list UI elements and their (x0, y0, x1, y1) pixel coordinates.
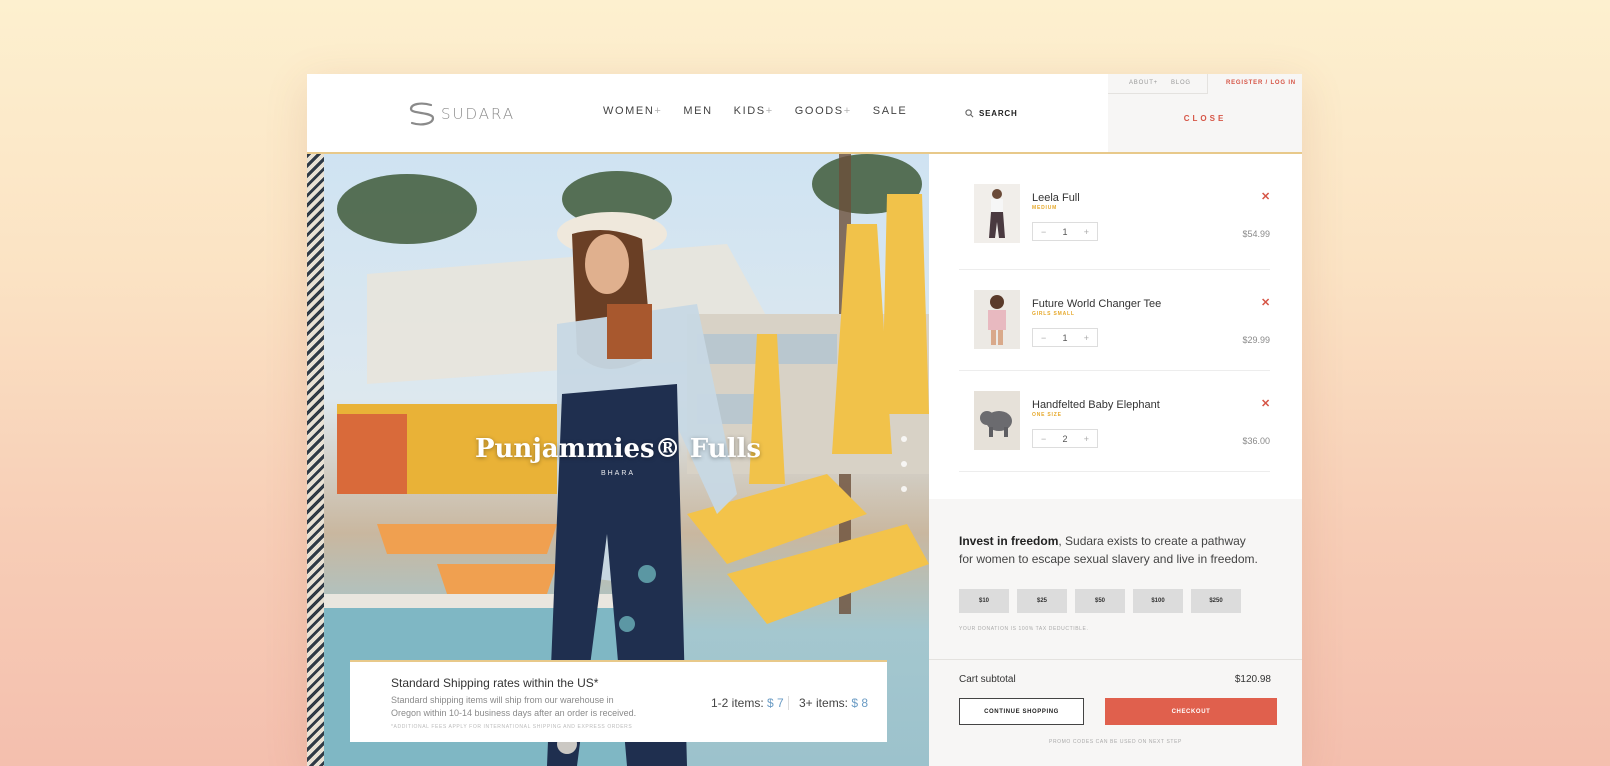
cart-item: Leela Full MEDIUM − 1 + ✕ $54.99 (959, 184, 1270, 270)
decrease-quantity-button[interactable]: − (1041, 227, 1046, 237)
hero-image: Punjammies® Fulls BHARA Standard Shippin… (307, 154, 929, 766)
product-size: MEDIUM (1032, 205, 1058, 211)
quantity-value[interactable]: 2 (1062, 434, 1067, 444)
expand-plus-icon: + (765, 105, 774, 117)
donate-250-button[interactable]: $250 (1191, 589, 1241, 613)
product-photo (974, 184, 1020, 243)
quantity-stepper: − 2 + (1032, 429, 1098, 448)
register-login-link[interactable]: REGISTER / LOG IN (1226, 80, 1296, 86)
search-icon (965, 109, 974, 118)
rate-label: 3+ items: (799, 696, 849, 710)
nav-item-men[interactable]: MEN (683, 105, 712, 117)
expand-plus-icon: + (843, 105, 852, 117)
checkout-button[interactable]: CHECKOUT (1105, 698, 1277, 725)
donation-message: Invest in freedom, Sudara exists to crea… (959, 532, 1259, 568)
blog-link[interactable]: BLOG (1171, 80, 1191, 86)
rate-label: 1-2 items: (711, 696, 764, 710)
donation-note: YOUR DONATION IS 100% TAX DEDUCTIBLE. (959, 626, 1089, 632)
brand-name: SUDARA (441, 105, 516, 123)
shipping-title: Standard Shipping rates within the US* (391, 676, 599, 690)
expand-plus-icon: + (654, 105, 663, 117)
hero-subtitle: BHARA (600, 470, 636, 477)
product-photo (974, 290, 1020, 349)
page-frame: SUDARA WOMEN+ MEN KIDS+ GOODS+ SALE SEAR… (307, 74, 1302, 766)
nav-label: MEN (683, 105, 713, 117)
main-nav: WOMEN+ MEN KIDS+ GOODS+ SALE (603, 105, 928, 117)
cart-panel: Leela Full MEDIUM − 1 + ✕ $54.99 Future … (929, 154, 1302, 499)
product-size: ONE SIZE (1032, 412, 1062, 418)
shipping-description: Standard shipping items will ship from o… (391, 695, 637, 718)
remove-item-icon[interactable]: ✕ (1261, 296, 1270, 309)
nav-item-goods[interactable]: GOODS+ (795, 105, 852, 117)
nav-label: KIDS (733, 105, 766, 117)
continue-shopping-button[interactable]: CONTINUE SHOPPING (959, 698, 1084, 725)
shipping-info-box: Standard Shipping rates within the US* S… (350, 660, 887, 742)
donation-amounts: $10 $25 $50 $100 $250 (959, 589, 1241, 613)
logo-mark-icon (409, 102, 435, 126)
donation-lead: Invest in freedom (959, 534, 1059, 548)
decrease-quantity-button[interactable]: − (1041, 333, 1046, 343)
cart-item: Handfelted Baby Elephant ONE SIZE − 2 + … (959, 391, 1270, 472)
product-size: GIRLS SMALL (1032, 311, 1075, 317)
remove-item-icon[interactable]: ✕ (1261, 397, 1270, 410)
brand-logo[interactable]: SUDARA (407, 100, 515, 128)
rate-small-order: 1-2 items: $ 7 (711, 696, 784, 710)
product-name[interactable]: Future World Changer Tee (1032, 298, 1161, 310)
cart-item: Future World Changer Tee GIRLS SMALL − 1… (959, 290, 1270, 371)
divider (788, 696, 789, 710)
quantity-stepper: − 1 + (1032, 328, 1098, 347)
increase-quantity-button[interactable]: + (1084, 434, 1089, 444)
shipping-note: *ADDITIONAL FEES APPLY FOR INTERNATIONAL… (391, 724, 633, 730)
divider (929, 659, 1302, 660)
search-button[interactable]: SEARCH (965, 109, 1018, 118)
rate-value: $ 8 (851, 696, 869, 710)
quantity-value[interactable]: 1 (1062, 227, 1067, 237)
product-price: $36.00 (1242, 436, 1270, 446)
account-panel: ABOUT+ BLOG REGISTER / LOG IN CLOSE (1108, 74, 1302, 152)
product-name[interactable]: Handfelted Baby Elephant (1032, 399, 1160, 411)
divider (1207, 74, 1208, 94)
subtotal-label: Cart subtotal (959, 674, 1016, 685)
rate-large-order: 3+ items: $ 8 (799, 696, 868, 710)
site-header: SUDARA WOMEN+ MEN KIDS+ GOODS+ SALE SEAR… (307, 74, 1302, 154)
donate-25-button[interactable]: $25 (1017, 589, 1067, 613)
product-thumbnail[interactable] (974, 391, 1020, 450)
subtotal-value: $120.98 (1234, 674, 1271, 685)
increase-quantity-button[interactable]: + (1084, 333, 1089, 343)
hero-title: Punjammies® Fulls (474, 434, 762, 464)
close-cart-button[interactable]: CLOSE (1108, 114, 1302, 123)
quantity-value[interactable]: 1 (1062, 333, 1067, 343)
decrease-quantity-button[interactable]: − (1041, 434, 1046, 444)
nav-item-kids[interactable]: KIDS+ (734, 105, 774, 117)
product-price: $29.99 (1242, 335, 1270, 345)
increase-quantity-button[interactable]: + (1084, 227, 1089, 237)
product-name[interactable]: Leela Full (1032, 192, 1080, 204)
promo-note: PROMO CODES CAN BE USED ON NEXT STEP (1049, 739, 1182, 745)
nav-label: WOMEN (603, 105, 655, 117)
donate-10-button[interactable]: $10 (959, 589, 1009, 613)
product-thumbnail[interactable] (974, 290, 1020, 349)
product-photo (974, 391, 1020, 450)
product-thumbnail[interactable] (974, 184, 1020, 243)
nav-label: SALE (872, 105, 908, 117)
remove-item-icon[interactable]: ✕ (1261, 190, 1270, 203)
nav-item-sale[interactable]: SALE (873, 105, 908, 117)
donate-100-button[interactable]: $100 (1133, 589, 1183, 613)
nav-item-women[interactable]: WOMEN+ (603, 105, 662, 117)
quantity-stepper: − 1 + (1032, 222, 1098, 241)
nav-label: GOODS (794, 105, 844, 117)
product-price: $54.99 (1242, 229, 1270, 239)
donate-50-button[interactable]: $50 (1075, 589, 1125, 613)
search-label: SEARCH (979, 109, 1018, 118)
divider (1108, 93, 1207, 94)
rate-value: $ 7 (767, 696, 784, 710)
about-link[interactable]: ABOUT+ (1129, 80, 1158, 86)
donation-panel: Invest in freedom, Sudara exists to crea… (929, 499, 1302, 766)
